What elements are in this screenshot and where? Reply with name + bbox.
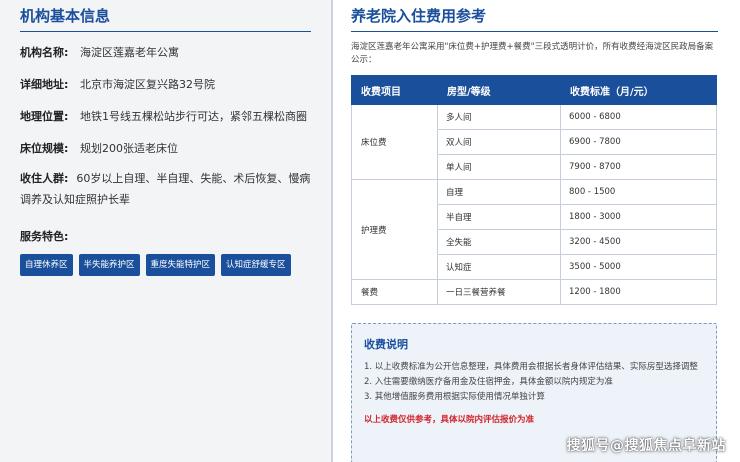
info-row-address: 详细地址: 北京市海淀区复兴路32号院 xyxy=(20,77,311,92)
room-type-cell: 多人间 xyxy=(437,104,561,130)
institution-info-title: 机构基本信息 xyxy=(20,6,311,32)
fee-reference-title: 养老院入住费用参考 xyxy=(351,6,718,32)
features-title: 服务特色: xyxy=(20,230,69,243)
fee-reference-panel: 养老院入住费用参考 海淀区莲嘉老年公寓采用"床位费+护理费+餐费"三段式透明计价… xyxy=(333,0,740,462)
price-cell: 7900 - 8700 xyxy=(560,154,717,180)
price-cell: 1200 - 1800 xyxy=(560,279,717,305)
fee-note-item: 3. 其他增值服务费用根据实际使用情况单独计算 xyxy=(364,392,545,402)
price-cell: 3200 - 4500 xyxy=(560,229,717,255)
fee-note-item: 2. 入住需要缴纳医疗备用金及住宿押金，具体金额以院内规定为准 xyxy=(364,377,613,387)
feature-tags: 自理休养区 半失能养护区 重度失能特护区 认知症舒缓专区 xyxy=(20,254,311,276)
price-cell: 6900 - 7800 xyxy=(560,129,717,155)
info-label: 床位规模: xyxy=(20,142,69,155)
info-row-beds: 床位规模: 规划200张适老床位 xyxy=(20,141,311,156)
info-row-residents: 收住人群: 60岁以上自理、半自理、失能、术后恢复、慢病调养及认知症照护长辈 xyxy=(20,168,311,210)
fee-notes-title: 收费说明 xyxy=(364,338,408,351)
info-value: 北京市海淀区复兴路32号院 xyxy=(80,78,215,91)
price-cell: 6000 - 6800 xyxy=(560,104,717,130)
fee-category-cell: 餐费 xyxy=(351,279,438,305)
info-row-location: 地理位置: 地铁1号线五棵松站步行可达，紧邻五棵松商圈 xyxy=(20,109,311,124)
price-cell: 1800 - 3000 xyxy=(560,204,717,230)
info-label: 详细地址: xyxy=(20,78,69,91)
info-value: 规划200张适老床位 xyxy=(80,142,178,155)
info-label: 机构名称: xyxy=(20,46,69,59)
fee-note-item: 1. 以上收费标准为公开信息整理，具体费用会根据长者身体评估结果、实际房型选择调… xyxy=(364,362,698,372)
institution-info-panel: 机构基本信息 机构名称: 海淀区莲嘉老年公寓 详细地址: 北京市海淀区复兴路32… xyxy=(0,0,331,462)
room-type-cell: 一日三餐营养餐 xyxy=(437,279,561,305)
info-label: 地理位置: xyxy=(20,110,69,123)
room-type-cell: 全失能 xyxy=(437,229,561,255)
table-header-row: 收费项目 房型/等级 收费标准（月/元） xyxy=(351,75,717,105)
price-cell: 3500 - 5000 xyxy=(560,254,717,280)
room-type-cell: 半自理 xyxy=(437,204,561,230)
fee-intro-text: 海淀区莲嘉老年公寓采用"床位费+护理费+餐费"三段式透明计价，所有收费经海淀区民… xyxy=(351,42,714,65)
table-header-cell: 房型/等级 xyxy=(437,75,561,105)
feature-tag: 认知症舒缓专区 xyxy=(221,254,291,276)
room-type-cell: 自理 xyxy=(437,179,561,205)
fee-warning-text: 以上收费仅供参考，具体以院内评估报价为准 xyxy=(364,415,535,425)
price-cell: 800 - 1500 xyxy=(560,179,717,205)
watermark-text: 搜狐号@搜狐焦点阜新站 xyxy=(566,438,726,454)
fee-category-cell: 床位费 xyxy=(351,104,438,180)
room-type-cell: 双人间 xyxy=(437,129,561,155)
info-row-name: 机构名称: 海淀区莲嘉老年公寓 xyxy=(20,45,311,60)
table-header-cell: 收费项目 xyxy=(351,75,438,105)
info-value: 海淀区莲嘉老年公寓 xyxy=(80,46,179,59)
room-type-cell: 单人间 xyxy=(437,154,561,180)
info-value: 地铁1号线五棵松站步行可达，紧邻五棵松商圈 xyxy=(80,110,307,123)
table-row: 床位费 多人间 6000 - 6800 xyxy=(351,104,717,180)
table-header-cell: 收费标准（月/元） xyxy=(560,75,717,105)
table-row: 护理费 自理 800 - 1500 xyxy=(351,179,717,280)
fee-table: 收费项目 房型/等级 收费标准（月/元） 床位费 多人间 6000 - 6800… xyxy=(351,75,717,305)
feature-tag: 自理休养区 xyxy=(20,254,73,276)
room-type-cell: 认知症 xyxy=(437,254,561,280)
feature-tag: 半失能养护区 xyxy=(78,254,140,276)
fee-category-cell: 护理费 xyxy=(351,179,438,280)
feature-tag: 重度失能特护区 xyxy=(145,254,216,276)
table-row: 餐费 一日三餐营养餐 1200 - 1800 xyxy=(351,279,717,305)
info-label: 收住人群: xyxy=(20,172,69,185)
